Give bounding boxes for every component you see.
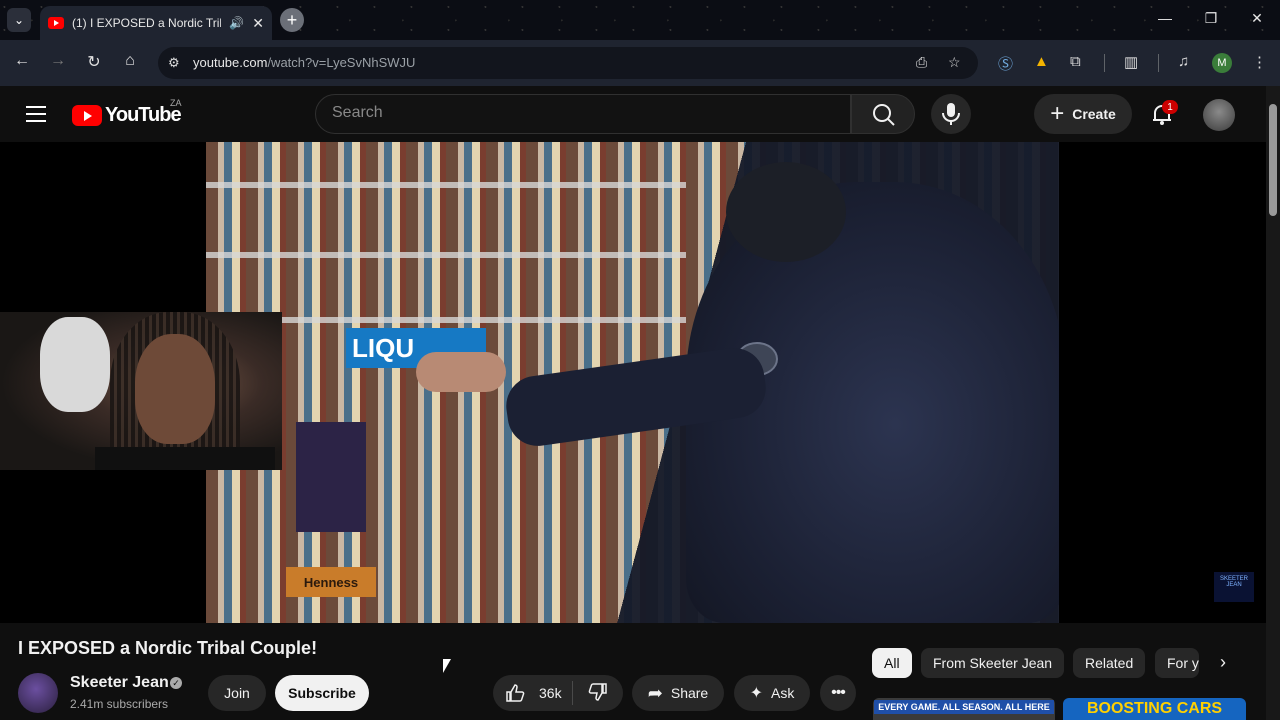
sparkle-icon: ✦	[749, 685, 764, 702]
streamer-face	[135, 334, 215, 444]
thumbnail-text: EVERY GAME. ALL SEASON. ALL HERE	[874, 700, 1054, 714]
bottle-label: Henness	[286, 567, 376, 597]
forward-arrow-icon[interactable]: →	[47, 52, 69, 70]
toolbar-divider	[1158, 54, 1159, 72]
subscriber-count: 2.41m subscribers	[70, 697, 169, 711]
chip-for-you[interactable]: For you	[1155, 648, 1199, 678]
chevron-right-icon[interactable]: ›	[1210, 652, 1236, 678]
youtube-logo[interactable]: YouTube ZA	[72, 98, 182, 127]
scrollbar-thumb[interactable]	[1269, 104, 1277, 216]
back-arrow-icon[interactable]: ←	[11, 52, 33, 70]
recommended-thumbnail[interactable]: EVERY GAME. ALL SEASON. ALL HERE	[873, 698, 1055, 720]
restore-window-icon[interactable]: ❐	[1201, 10, 1221, 27]
shelf	[206, 252, 686, 258]
address-bar[interactable]: ⚙ youtube.com/watch?v=LyeSvNhSWJU ⎙ ☆	[158, 47, 978, 79]
microphone-icon	[942, 103, 960, 125]
home-icon[interactable]: ⌂	[119, 52, 141, 70]
channel-name[interactable]: Skeeter Jean	[70, 674, 169, 692]
browser-tab-strip: ⌄ (1) I EXPOSED a Nordic Tribal 🔊 ✕ + — …	[0, 0, 1280, 40]
mouse-cursor-icon	[443, 659, 451, 673]
thumbs-up-icon	[506, 684, 525, 702]
bookmark-star-icon[interactable]: ☆	[948, 54, 961, 71]
person-hand	[416, 352, 506, 392]
tab-search-chevron-icon[interactable]: ⌄	[7, 8, 31, 32]
site-info-icon[interactable]: ⚙	[168, 55, 180, 71]
search-box	[315, 94, 851, 134]
like-count: 36k	[539, 685, 562, 701]
tab-title: (1) I EXPOSED a Nordic Tribal	[72, 16, 222, 30]
reload-icon[interactable]: ↻	[83, 52, 105, 72]
country-code: ZA	[170, 98, 182, 108]
verified-check-icon: ✓	[170, 677, 182, 689]
account-avatar[interactable]	[1203, 99, 1235, 131]
bottle-box	[296, 422, 366, 532]
hamburger-menu-icon[interactable]	[26, 106, 46, 122]
channel-watermark[interactable]: SKEETER JEAN	[1214, 572, 1254, 602]
search-input[interactable]	[332, 104, 832, 122]
close-tab-icon[interactable]: ✕	[252, 15, 264, 32]
browser-menu-icon[interactable]: ⋮	[1252, 53, 1267, 71]
ask-button[interactable]: ✦ Ask	[734, 675, 810, 711]
share-arrow-icon: ➦	[647, 682, 663, 703]
url-text[interactable]: youtube.com/watch?v=LyeSvNhSWJU	[193, 55, 415, 70]
streamer-shirt	[95, 447, 275, 470]
extension-s-icon[interactable]: Ⓢ	[998, 53, 1013, 74]
chip-from-channel[interactable]: From Skeeter Jean	[921, 648, 1065, 678]
chip-all[interactable]: All	[872, 648, 912, 678]
like-button[interactable]: 36k	[493, 681, 573, 705]
dislike-button[interactable]	[573, 682, 623, 705]
media-control-icon[interactable]: ♫	[1178, 53, 1189, 70]
search-button[interactable]	[851, 94, 915, 134]
close-window-icon[interactable]: ✕	[1247, 10, 1267, 27]
youtube-header: YouTube ZA + Create 1	[0, 86, 1266, 142]
streamer-webcam-overlay	[0, 312, 282, 470]
ask-label: Ask	[771, 685, 795, 701]
youtube-play-logo-icon	[72, 105, 102, 126]
more-horizontal-icon: •••	[831, 684, 846, 701]
browser-tab-youtube[interactable]: (1) I EXPOSED a Nordic Tribal 🔊 ✕	[40, 6, 272, 40]
share-label: Share	[670, 685, 709, 701]
video-frame[interactable]: LIQU Henness	[206, 142, 1059, 623]
new-tab-button[interactable]: +	[280, 8, 304, 32]
toolbar-divider	[1104, 54, 1105, 72]
wall-mask	[40, 317, 110, 412]
share-button[interactable]: ➦ Share	[632, 675, 724, 711]
search-icon	[873, 104, 895, 126]
browser-profile-avatar[interactable]: M	[1212, 53, 1232, 73]
speaker-icon[interactable]: 🔊	[229, 16, 244, 30]
channel-avatar[interactable]	[18, 673, 58, 713]
chip-related[interactable]: Related	[1073, 648, 1146, 678]
minimize-window-icon[interactable]: —	[1155, 10, 1175, 26]
google-drive-icon[interactable]: ▲	[1034, 53, 1049, 70]
thumbs-down-icon	[588, 682, 607, 701]
video-player[interactable]: LIQU Henness SKEETER JEAN	[0, 142, 1266, 623]
youtube-favicon-icon	[48, 17, 64, 29]
browser-toolbar: ← → ↻ ⌂ ⚙ youtube.com/watch?v=LyeSvNhSWJ…	[0, 40, 1280, 86]
person-hood	[726, 162, 846, 262]
install-app-icon[interactable]: ⎙	[916, 54, 927, 71]
url-path: /watch?v=LyeSvNhSWJU	[267, 55, 416, 70]
page-scrollbar[interactable]	[1266, 86, 1280, 720]
create-label: Create	[1072, 106, 1116, 122]
video-title: I EXPOSED a Nordic Tribal Couple!	[18, 638, 318, 658]
plus-icon: +	[1050, 100, 1065, 127]
url-domain: youtube.com	[193, 55, 268, 70]
side-panel-icon[interactable]: ▥	[1124, 53, 1138, 71]
recommended-thumbnail[interactable]: BOOSTING CARS	[1063, 698, 1246, 720]
join-button[interactable]: Join	[208, 675, 266, 711]
notification-count-badge: 1	[1162, 100, 1178, 114]
more-actions-button[interactable]: •••	[820, 675, 856, 711]
voice-search-button[interactable]	[931, 94, 971, 134]
shelf	[206, 182, 686, 188]
like-dislike-group: 36k	[493, 675, 623, 711]
subscribe-button[interactable]: Subscribe	[275, 675, 369, 711]
create-button[interactable]: + Create	[1034, 94, 1132, 134]
extensions-puzzle-icon[interactable]: ⧉	[1070, 53, 1081, 70]
